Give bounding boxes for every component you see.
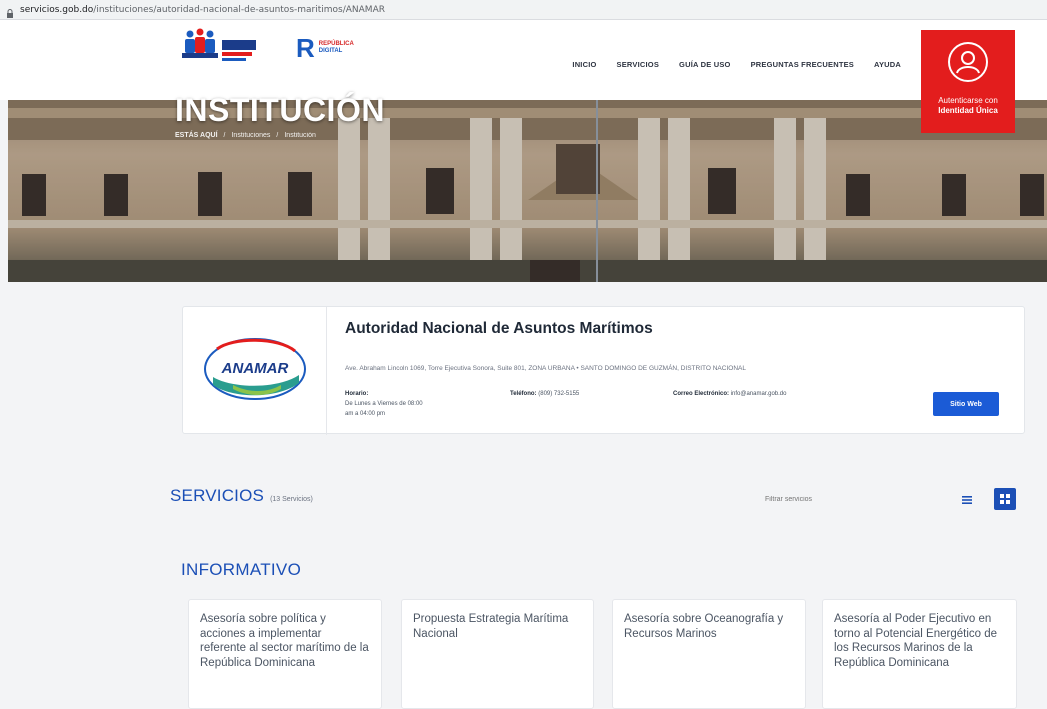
correo-label: Correo Electrónico: [673,391,730,397]
anamar-logo-text: ANAMAR [221,360,289,377]
institution-name: Autoridad Nacional de Asuntos Marítimos [345,320,653,337]
horario-label: Horario: [345,391,369,397]
service-card-title: Propuesta Estrategia Marítima Nacional [413,613,569,640]
horario-line2: am a 04:00 pm [345,411,386,417]
telefono-block: Teléfono: (809) 732-5155 [510,389,579,399]
breadcrumb: ESTÁS AQUÍ / Instituciones / Institución [175,132,316,139]
user-icon [948,42,988,82]
servicios-title: SERVICIOS [170,486,265,505]
service-card-title: Asesoría sobre política y acciones a imp… [200,613,369,669]
service-card-title: Asesoría sobre Oceanografía y Recursos M… [624,613,784,640]
nav-ayuda[interactable]: AYUDA [874,60,901,69]
filter-services-input[interactable] [759,487,929,511]
breadcrumb-institucion: Institución [284,132,316,139]
sitio-web-button[interactable]: Sitio Web [933,392,999,416]
category-heading: INFORMATIVO [181,560,302,579]
institution-card: ANAMAR Autoridad Nacional de Asuntos Mar… [182,306,1025,435]
service-card-title: Asesoría al Poder Ejecutivo en torno al … [834,613,998,669]
breadcrumb-instituciones[interactable]: Instituciones [231,132,270,139]
nav-inicio[interactable]: INICIO [572,60,596,69]
service-card[interactable]: Asesoría sobre Oceanografía y Recursos M… [612,599,806,709]
nav-preguntas-frecuentes[interactable]: PREGUNTAS FRECUENTES [751,60,854,69]
telefono-value[interactable]: (809) 732-5155 [538,391,579,397]
republica-digital-logo[interactable]: R REPÚBLICA DIGITAL [296,35,386,61]
anamar-logo: ANAMAR [203,329,308,411]
auth-label: Autenticarse con Identidad Única [938,96,998,115]
correo-block: Correo Electrónico: info@anamar.gob.do [673,389,786,399]
main-nav: INICIO SERVICIOS GUÍA DE USO PREGUNTAS F… [572,60,901,69]
horario-line1: De Lunes a Viernes de 08:00 [345,401,423,407]
servicios-logo[interactable] [182,28,272,64]
correo-value[interactable]: info@anamar.gob.do [731,391,787,397]
breadcrumb-here: ESTÁS AQUÍ [175,132,218,139]
grid-view-icon[interactable] [994,488,1016,510]
list-view-icon[interactable] [961,493,973,505]
identidad-unica-login-button[interactable]: Autenticarse con Identidad Única [921,30,1015,133]
horario-block: Horario: De Lunes a Viernes de 08:00 am … [345,389,423,419]
service-card[interactable]: Asesoría al Poder Ejecutivo en torno al … [822,599,1017,709]
hero-banner [8,100,1047,282]
url-text[interactable]: servicios.gob.do/instituciones/autoridad… [20,5,385,15]
nav-guia-de-uso[interactable]: GUÍA DE USO [679,60,731,69]
servicios-heading: SERVICIOS (13 Servicios) [170,486,313,506]
page-title: INSTITUCIÓN [175,92,385,128]
browser-url-bar[interactable]: servicios.gob.do/instituciones/autoridad… [0,0,1047,20]
service-card[interactable]: Propuesta Estrategia Marítima Nacional [401,599,594,709]
nav-servicios[interactable]: SERVICIOS [617,60,660,69]
lock-icon [6,5,14,18]
servicios-count: (13 Servicios) [270,496,313,503]
telefono-label: Teléfono: [510,391,537,397]
service-card[interactable]: Asesoría sobre política y acciones a imp… [188,599,382,709]
institution-address: Ave. Abraham Lincoln 1069, Torre Ejecuti… [345,365,746,372]
